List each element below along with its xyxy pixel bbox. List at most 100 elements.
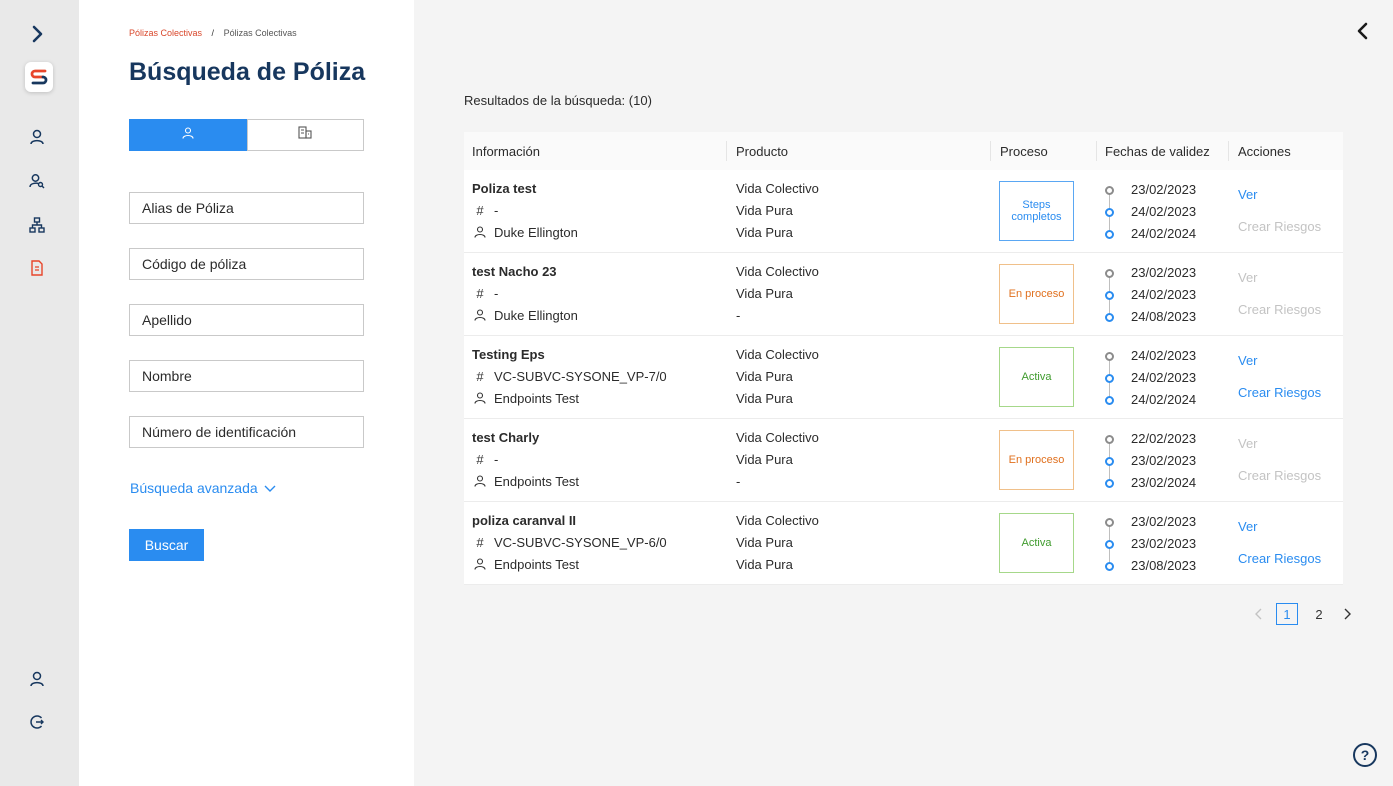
validity-date: 23/02/2023 <box>1131 265 1197 280</box>
policy-code: - <box>494 286 499 301</box>
policy-code-field[interactable] <box>129 248 364 280</box>
validity-date: 24/02/2023 <box>1131 204 1197 219</box>
validity-date: 23/02/2023 <box>1131 514 1197 529</box>
timeline-dot <box>1105 374 1114 383</box>
results-count: Resultados de la búsqueda: (10) <box>464 93 652 108</box>
table-row: test Charly # - Endpoints Test Vida Colectiv… <box>464 419 1343 502</box>
timeline-dot <box>1105 269 1114 278</box>
product-line: Vida Pura <box>736 452 793 467</box>
table-row: Testing Eps # VC-SUBVC-SYSONE_VP-7/0 Endpoi… <box>464 336 1343 419</box>
header-divider <box>726 141 727 161</box>
product-line: Vida Pura <box>736 391 793 406</box>
timeline-dot <box>1105 518 1114 527</box>
person-icon <box>474 474 486 488</box>
timeline-dot <box>1105 352 1114 361</box>
search-button[interactable]: Buscar <box>129 529 204 561</box>
alias-field[interactable] <box>129 192 364 224</box>
product-line: - <box>736 308 741 323</box>
validity-timeline: 23/02/2023 24/02/2023 24/08/2023 <box>1104 263 1224 329</box>
policy-holder: Duke Ellington <box>494 308 578 323</box>
validity-timeline: 24/02/2023 24/02/2023 24/02/2024 <box>1104 346 1224 412</box>
advanced-search-toggle[interactable]: Búsqueda avanzada <box>130 480 276 496</box>
user-icon[interactable] <box>24 124 50 150</box>
results-table: Información Producto Proceso Fechas de v… <box>464 132 1343 585</box>
person-search-tab[interactable] <box>129 119 247 151</box>
create-risks-link[interactable]: Crear Riesgos <box>1238 551 1321 566</box>
create-risks-link[interactable]: Crear Riesgos <box>1238 302 1321 317</box>
breadcrumb: Pólizas Colectivas / Pólizas Colectivas <box>129 28 297 38</box>
policy-holder: Duke Ellington <box>494 225 578 240</box>
validity-date: 24/02/2024 <box>1131 226 1197 241</box>
icon-rail <box>0 0 79 786</box>
policy-title: poliza caranval II <box>472 513 577 528</box>
create-risks-link[interactable]: Crear Riesgos <box>1238 385 1321 400</box>
hash-icon: # <box>476 534 484 550</box>
table-row: poliza caranval II # VC-SUBVC-SYSONE_VP-6/… <box>464 502 1343 585</box>
view-link[interactable]: Ver <box>1238 187 1258 202</box>
view-link[interactable]: Ver <box>1238 353 1258 368</box>
hierarchy-icon[interactable] <box>24 212 50 238</box>
status-badge: Steps completos <box>999 181 1074 241</box>
timeline-dot <box>1105 186 1114 195</box>
create-risks-link[interactable]: Crear Riesgos <box>1238 219 1321 234</box>
validity-date: 24/02/2023 <box>1131 287 1197 302</box>
page-title: Búsqueda de Póliza <box>129 58 366 86</box>
header-acciones: Acciones <box>1238 144 1291 159</box>
validity-timeline: 23/02/2023 23/02/2023 23/08/2023 <box>1104 512 1224 578</box>
surname-field[interactable] <box>129 304 364 336</box>
policy-code: - <box>494 203 499 218</box>
page-1[interactable]: 1 <box>1276 603 1298 625</box>
table-header: Información Producto Proceso Fechas de v… <box>464 132 1343 170</box>
timeline-dot <box>1105 396 1114 405</box>
id-number-field[interactable] <box>129 416 364 448</box>
product-line: Vida Pura <box>736 286 793 301</box>
breadcrumb-link[interactable]: Pólizas Colectivas <box>129 28 202 38</box>
header-divider <box>1096 141 1097 161</box>
breadcrumb-current: Pólizas Colectivas <box>223 28 297 38</box>
hash-icon: # <box>476 202 484 218</box>
policy-title: Testing Eps <box>472 347 545 362</box>
view-link[interactable]: Ver <box>1238 436 1258 451</box>
status-badge: Activa <box>999 513 1074 573</box>
product-line: - <box>736 474 741 489</box>
document-icon[interactable] <box>24 255 50 281</box>
breadcrumb-separator: / <box>211 28 215 38</box>
status-badge: Activa <box>999 347 1074 407</box>
name-field[interactable] <box>129 360 364 392</box>
app-logo-icon[interactable] <box>25 62 53 92</box>
person-icon <box>474 391 486 405</box>
page-2[interactable]: 2 <box>1308 603 1330 625</box>
next-page-icon[interactable] <box>1340 603 1354 625</box>
validity-date: 24/02/2023 <box>1131 348 1197 363</box>
validity-timeline: 23/02/2023 24/02/2023 24/02/2024 <box>1104 180 1224 246</box>
product-line: Vida Pura <box>736 225 793 240</box>
logout-icon[interactable] <box>24 709 50 735</box>
policy-holder: Endpoints Test <box>494 474 580 489</box>
validity-date: 23/02/2024 <box>1131 475 1197 490</box>
create-risks-link[interactable]: Crear Riesgos <box>1238 468 1321 483</box>
validity-timeline: 22/02/2023 23/02/2023 23/02/2024 <box>1104 429 1224 495</box>
status-badge: En proceso <box>999 264 1074 324</box>
hash-icon: # <box>476 285 484 301</box>
view-link[interactable]: Ver <box>1238 270 1258 285</box>
validity-date: 23/08/2023 <box>1131 558 1197 573</box>
chevron-left-icon[interactable] <box>1352 20 1374 42</box>
timeline-dot <box>1105 435 1114 444</box>
prev-page-icon[interactable] <box>1252 603 1266 625</box>
product-line: Vida Colectivo <box>736 181 819 196</box>
person-icon <box>474 557 486 571</box>
profile-icon[interactable] <box>24 666 50 692</box>
company-search-tab[interactable] <box>246 119 364 151</box>
validity-date: 22/02/2023 <box>1131 431 1197 446</box>
header-producto: Producto <box>736 144 789 159</box>
users-search-icon[interactable] <box>24 168 50 194</box>
chevron-right-icon[interactable] <box>24 21 50 47</box>
product-line: Vida Pura <box>736 369 793 384</box>
help-icon[interactable]: ? <box>1353 743 1377 767</box>
view-link[interactable]: Ver <box>1238 519 1258 534</box>
search-type-toggle <box>129 119 364 151</box>
validity-date: 24/08/2023 <box>1131 309 1197 324</box>
policy-title: test Nacho 23 <box>472 264 557 279</box>
hash-icon: # <box>476 368 484 384</box>
product-line: Vida Colectivo <box>736 430 819 445</box>
